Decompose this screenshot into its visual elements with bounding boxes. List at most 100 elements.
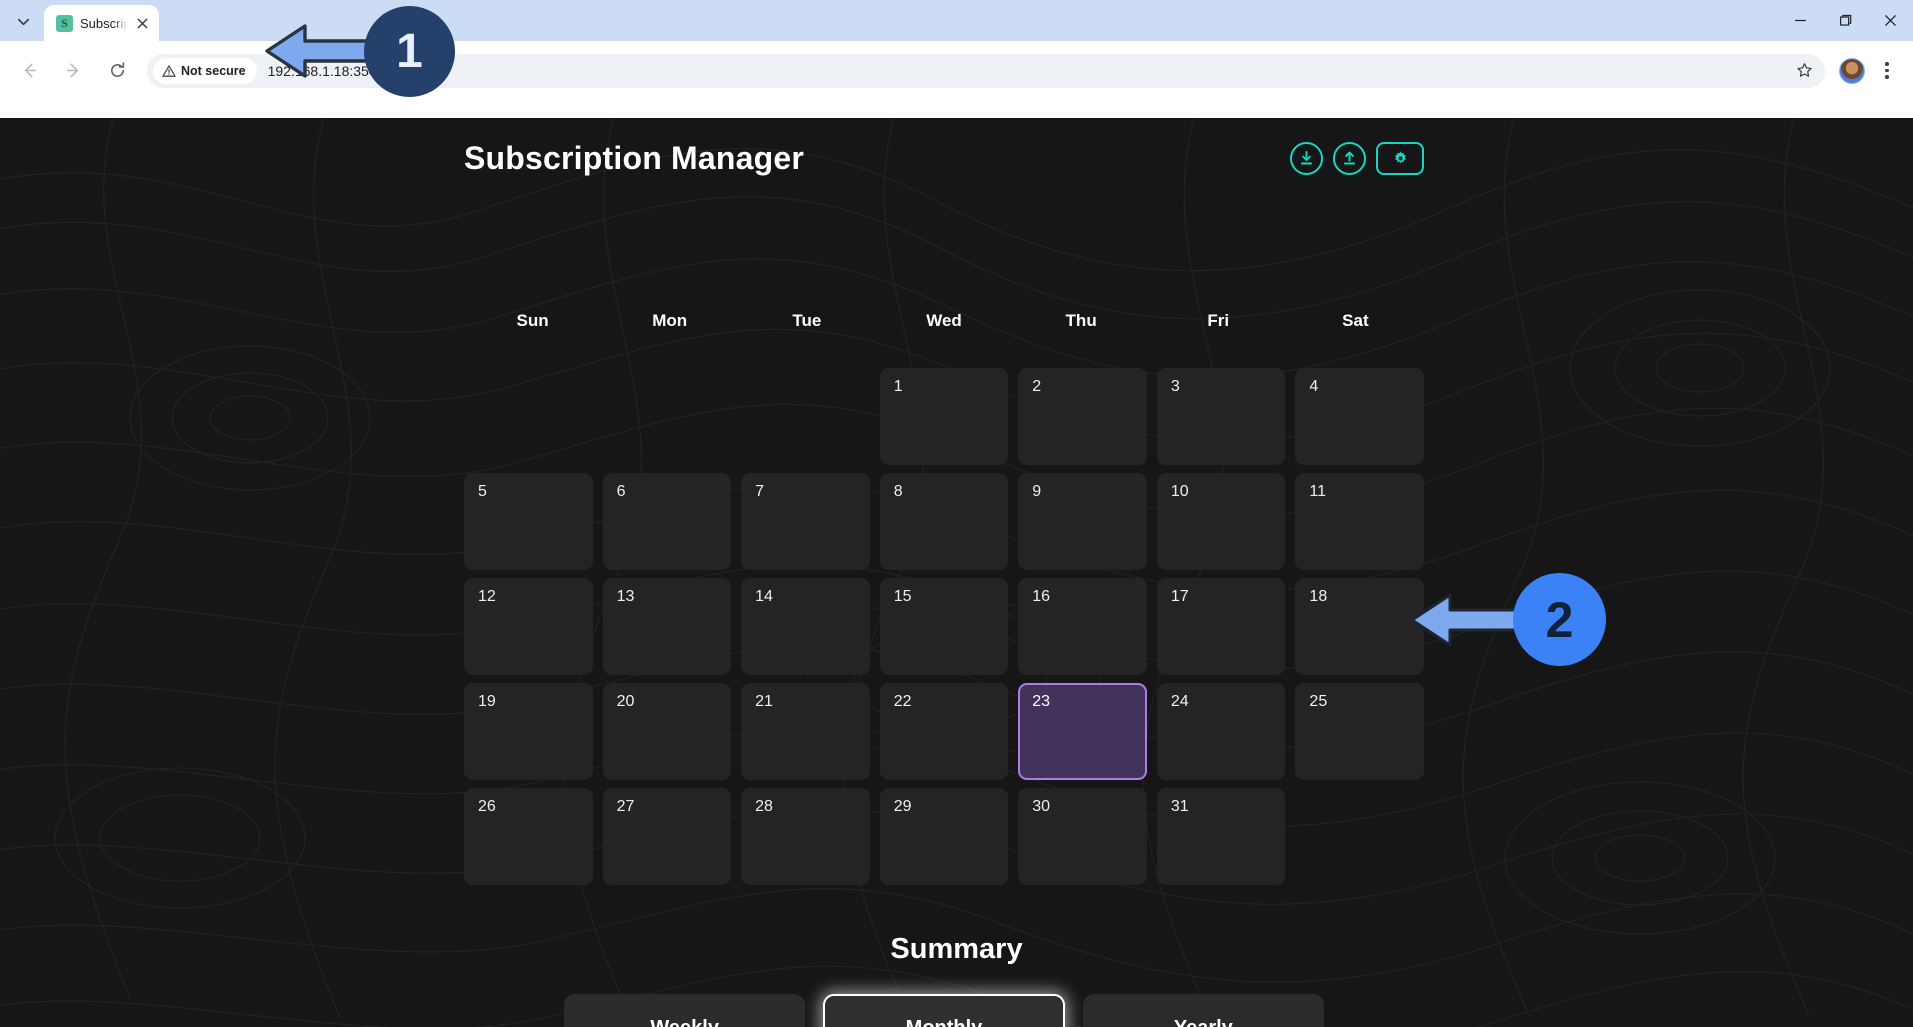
forward-arrow-icon[interactable] bbox=[56, 54, 90, 88]
star-icon[interactable] bbox=[1789, 56, 1819, 86]
calendar-day-number: 27 bbox=[616, 798, 635, 815]
calendar-day-number: 9 bbox=[1032, 483, 1042, 500]
calendar-cell-15[interactable]: 15 bbox=[879, 578, 1009, 675]
calendar-day-number: 15 bbox=[893, 588, 912, 605]
calendar-day-number: 8 bbox=[893, 483, 903, 500]
calendar-day-number: 30 bbox=[1032, 798, 1051, 815]
calendar-day-number: 29 bbox=[893, 798, 912, 815]
calendar-cell-2[interactable]: 2 bbox=[1018, 368, 1147, 465]
calendar-day-number: 17 bbox=[1170, 588, 1189, 605]
omnibox-right-actions bbox=[1789, 56, 1819, 86]
browser-toolbar: Not secure 192.168.1.18:3541 bbox=[0, 41, 1913, 100]
address-bar[interactable]: Not secure 192.168.1.18:3541 bbox=[147, 53, 1825, 88]
calendar-cell-6[interactable]: 6 bbox=[602, 473, 732, 570]
calendar-cell-5[interactable]: 5 bbox=[464, 473, 593, 570]
calendar-cell-8[interactable]: 8 bbox=[879, 473, 1009, 570]
security-label: Not secure bbox=[181, 63, 246, 78]
calendar-cell-1[interactable]: 1 bbox=[879, 368, 1009, 465]
calendar-cell-17[interactable]: 17 bbox=[1156, 578, 1286, 675]
close-icon[interactable] bbox=[134, 15, 151, 32]
calendar-cell-14[interactable]: 14 bbox=[741, 578, 870, 675]
reload-icon[interactable] bbox=[100, 54, 134, 88]
close-icon[interactable] bbox=[1868, 0, 1913, 41]
tab-search-chevron-icon[interactable] bbox=[4, 6, 42, 36]
calendar-cell-empty bbox=[603, 368, 732, 465]
calendar-day-number: 26 bbox=[478, 798, 496, 815]
upload-icon bbox=[1343, 151, 1356, 164]
calendar-day-number: 3 bbox=[1170, 378, 1180, 395]
gear-icon bbox=[1394, 151, 1406, 163]
calendar-cell-18[interactable]: 18 bbox=[1295, 578, 1424, 675]
calendar-day-number: 1 bbox=[893, 378, 903, 395]
calendar-day-number: 5 bbox=[478, 483, 487, 500]
calendar-cell-7[interactable]: 7 bbox=[741, 473, 870, 570]
subscription-favicon: S bbox=[56, 14, 73, 32]
settings-button[interactable] bbox=[1376, 141, 1424, 175]
calendar-grid: 1 2 3 4 5 6 7 8 9 10 11 12 13 14 15 16 17 18 19 20 21 22 23 24 2… bbox=[464, 368, 1424, 885]
calendar-day-number: 16 bbox=[1032, 588, 1051, 605]
calendar-day-number: 11 bbox=[1309, 483, 1327, 500]
maximize-icon[interactable] bbox=[1823, 0, 1868, 41]
summary-tab-yearly[interactable]: Yearly bbox=[1082, 994, 1324, 1027]
calendar-day-headers: Sun Mon Tue Wed Thu Fri Sat bbox=[464, 311, 1424, 331]
calendar-day-number: 4 bbox=[1309, 378, 1319, 395]
calendar-cell-30[interactable]: 30 bbox=[1018, 788, 1147, 885]
calendar-cell-21[interactable]: 21 bbox=[741, 683, 870, 780]
calendar-cell-4[interactable]: 4 bbox=[1295, 368, 1424, 465]
day-header-wed: Wed bbox=[926, 311, 962, 330]
calendar-cell-24[interactable]: 24 bbox=[1156, 683, 1286, 780]
calendar-cell-22[interactable]: 22 bbox=[879, 683, 1009, 780]
calendar-cell-28[interactable]: 28 bbox=[741, 788, 870, 885]
calendar-day-number: 2 bbox=[1032, 378, 1042, 395]
download-icon bbox=[1300, 150, 1313, 164]
calendar-cell-13[interactable]: 13 bbox=[602, 578, 732, 675]
calendar-day-number: 6 bbox=[616, 483, 626, 500]
calendar-day-number: 28 bbox=[755, 798, 773, 815]
calendar-day-number: 12 bbox=[478, 588, 496, 605]
header-actions bbox=[1290, 141, 1424, 175]
day-header-sat: Sat bbox=[1342, 311, 1369, 330]
calendar-day-number: 25 bbox=[1309, 693, 1328, 710]
calendar-cell-29[interactable]: 29 bbox=[879, 788, 1009, 885]
calendar-cell-26[interactable]: 26 bbox=[464, 788, 593, 885]
summary-tab-weekly[interactable]: Weekly bbox=[564, 994, 806, 1027]
calendar-cell-3[interactable]: 3 bbox=[1156, 368, 1286, 465]
warning-triangle-icon bbox=[162, 64, 176, 77]
export-button[interactable] bbox=[1333, 141, 1366, 175]
day-header-thu: Thu bbox=[1065, 311, 1097, 330]
profile-avatar[interactable] bbox=[1839, 57, 1865, 84]
browser-tab[interactable]: S Subscription Manager bbox=[44, 5, 159, 41]
day-header-fri: Fri bbox=[1207, 311, 1230, 330]
security-badge[interactable]: Not secure bbox=[153, 57, 257, 84]
calendar-day-number: 24 bbox=[1170, 693, 1189, 710]
calendar-cell-12[interactable]: 12 bbox=[464, 578, 593, 675]
calendar-day-number: 10 bbox=[1170, 483, 1189, 500]
minimize-icon[interactable] bbox=[1778, 0, 1823, 41]
day-header-tue: Tue bbox=[792, 311, 822, 330]
calendar-cell-11[interactable]: 11 bbox=[1295, 473, 1424, 570]
back-arrow-icon[interactable] bbox=[12, 54, 46, 88]
summary-tab-monthly[interactable]: Monthly bbox=[823, 994, 1065, 1027]
calendar-cell-19[interactable]: 19 bbox=[464, 683, 593, 780]
summary-period-tabs: Weekly Monthly Yearly bbox=[564, 994, 1324, 1027]
app-header: Subscription Manager bbox=[464, 130, 1424, 186]
import-button[interactable] bbox=[1290, 141, 1323, 175]
calendar-day-number: 14 bbox=[755, 588, 773, 605]
page-title: Subscription Manager bbox=[464, 139, 805, 176]
url-text: 192.168.1.18:3541 bbox=[267, 62, 385, 79]
calendar-day-number: 20 bbox=[616, 693, 635, 710]
calendar-cell-27[interactable]: 27 bbox=[602, 788, 732, 885]
calendar-cell-20[interactable]: 20 bbox=[602, 683, 732, 780]
calendar-cell-10[interactable]: 10 bbox=[1156, 473, 1286, 570]
calendar-cell-31[interactable]: 31 bbox=[1156, 788, 1286, 885]
page-viewport: Subscription Manager Sun Mon Tue Wed Thu… bbox=[0, 118, 1913, 1027]
calendar-cell-16[interactable]: 16 bbox=[1018, 578, 1147, 675]
calendar-cell-9[interactable]: 9 bbox=[1018, 473, 1147, 570]
kebab-menu-icon[interactable] bbox=[1871, 55, 1903, 87]
window-controls bbox=[1778, 0, 1913, 41]
calendar-cell-25[interactable]: 25 bbox=[1295, 683, 1424, 780]
calendar-day-number: 21 bbox=[755, 693, 773, 710]
calendar-day-number: 13 bbox=[616, 588, 635, 605]
calendar-cell-23[interactable]: 23 bbox=[1018, 683, 1147, 780]
tab-title: Subscription Manager bbox=[80, 15, 127, 31]
